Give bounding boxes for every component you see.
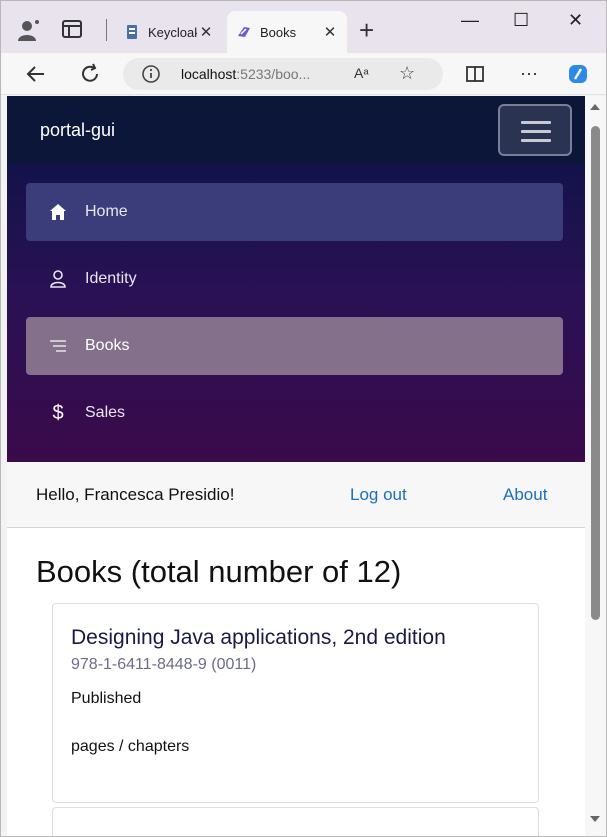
more-options-icon[interactable]: ⋯	[517, 62, 541, 86]
app-top-bar: portal-gui	[7, 96, 585, 164]
tab-books[interactable]: Books ✕	[227, 11, 347, 53]
nav-item-home[interactable]: Home	[26, 183, 563, 241]
scroll-down-icon[interactable]	[590, 816, 600, 822]
back-icon[interactable]	[24, 62, 48, 86]
tab-title: Keycloak	[148, 24, 197, 40]
tab-keycloak[interactable]: Keycloak ✕	[115, 11, 223, 53]
read-aloud-icon[interactable]: Aᵃ	[354, 65, 369, 81]
keycloak-icon	[127, 25, 137, 39]
book-status: Published	[71, 690, 142, 707]
list-icon	[47, 335, 69, 357]
tab-strip: Keycloak ✕ Books ✕ + — ☐ ✕	[1, 1, 606, 53]
url-text[interactable]: localhost:5233/boo...	[181, 66, 310, 82]
nav-item-identity[interactable]: Identity	[26, 250, 563, 308]
profile-icon[interactable]	[15, 17, 41, 43]
home-icon	[47, 201, 69, 223]
page-scrollbar[interactable]	[585, 96, 606, 836]
close-icon[interactable]: ✕	[197, 23, 215, 41]
hamburger-line	[521, 130, 551, 133]
hamburger-line	[521, 121, 551, 124]
refresh-icon[interactable]	[78, 62, 102, 86]
tab-actions-icon[interactable]	[61, 19, 83, 39]
person-icon	[47, 268, 69, 290]
hamburger-line	[521, 139, 551, 142]
nav-item-label: Sales	[85, 404, 126, 421]
minimize-button[interactable]: —	[461, 9, 479, 31]
copilot-icon[interactable]	[566, 62, 590, 86]
nav-item-sales[interactable]: $ Sales	[26, 384, 563, 442]
new-tab-button[interactable]: +	[359, 15, 374, 45]
nav-item-label: Identity	[85, 270, 137, 287]
tab-title: Books	[260, 24, 297, 40]
logout-link[interactable]: Log out	[350, 485, 407, 505]
browser-toolbar: localhost:5233/boo... Aᵃ ☆ ⋯	[1, 53, 606, 95]
nav-toggle-button[interactable]	[498, 104, 572, 156]
book-isbn: 978-1-6411-8448-9 (0011)	[71, 656, 257, 673]
info-icon[interactable]	[141, 64, 161, 84]
address-bar[interactable]: localhost:5233/boo... Aᵃ ☆	[123, 58, 443, 90]
close-window-button[interactable]: ✕	[568, 9, 583, 31]
page-title: Books (total number of 12)	[36, 554, 402, 589]
nav-menu: Home Identity Books $ Sales	[7, 164, 585, 462]
nav-item-books[interactable]: Books	[26, 317, 563, 375]
nav-item-label: Home	[85, 203, 128, 220]
book-pages: pages / chapters	[71, 738, 190, 755]
browser-window: Keycloak ✕ Books ✕ + — ☐ ✕ localhost:523…	[0, 0, 607, 837]
page-viewport: portal-gui Home Identity Books $ Sales H…	[7, 96, 585, 836]
book-title: Designing Java applications, 2nd edition	[71, 626, 446, 649]
close-icon[interactable]: ✕	[321, 23, 339, 41]
user-bar: Hello, Francesca Presidio! Log out About	[7, 462, 585, 528]
url-host: localhost	[181, 66, 237, 82]
favorite-star-icon[interactable]: ☆	[399, 63, 415, 84]
nav-item-label: Books	[85, 337, 130, 354]
greeting-text: Hello, Francesca Presidio!	[36, 485, 235, 504]
tab-divider	[106, 19, 107, 41]
book-card	[52, 807, 539, 836]
scroll-up-icon[interactable]	[590, 104, 600, 110]
split-screen-icon[interactable]	[463, 62, 487, 86]
about-link[interactable]: About	[503, 485, 547, 505]
url-rest: :5233/boo...	[236, 66, 311, 82]
book-card: Designing Java applications, 2nd edition…	[52, 603, 539, 803]
blazor-icon	[238, 27, 250, 37]
maximize-button[interactable]: ☐	[513, 9, 529, 31]
dollar-icon: $	[52, 401, 64, 424]
scroll-thumb[interactable]	[591, 126, 600, 620]
brand-link[interactable]: portal-gui	[40, 120, 115, 141]
